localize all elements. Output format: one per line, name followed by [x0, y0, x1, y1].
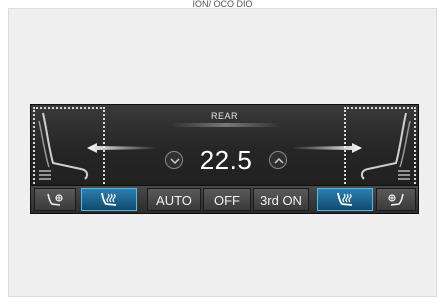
left-seat-heater-button[interactable] — [81, 188, 137, 211]
temp-down-button[interactable] — [165, 151, 183, 169]
left-seat-fan-button[interactable] — [34, 188, 76, 211]
seat-fan-icon — [47, 193, 63, 206]
off-button[interactable]: OFF — [203, 188, 251, 211]
third-row-on-button[interactable]: 3rd ON — [253, 188, 309, 211]
button-bar: AUTO OFF 3rd ON — [31, 185, 418, 213]
rear-climate-panel: REAR 22.5 AUTO OFF 3rd ON — [30, 104, 419, 214]
temperature-value: 22.5 — [199, 145, 253, 175]
seat-heater-icon — [101, 192, 117, 206]
zone-label: REAR — [210, 111, 238, 121]
seat-heater-icon — [337, 192, 353, 206]
airflow-arrow-right-icon — [292, 141, 362, 159]
seat-fan-icon — [388, 193, 404, 206]
right-seat-fan-button[interactable] — [376, 188, 416, 211]
auto-button[interactable]: AUTO — [147, 188, 201, 211]
temp-up-button[interactable] — [269, 151, 287, 169]
right-seat-heater-button[interactable] — [317, 188, 373, 211]
airflow-arrow-left-icon — [87, 141, 157, 159]
temperature-control: 22.5 — [161, 143, 291, 177]
chevron-down-icon — [170, 158, 180, 165]
zone-label-underline — [171, 123, 281, 127]
chevron-up-icon — [274, 157, 284, 164]
